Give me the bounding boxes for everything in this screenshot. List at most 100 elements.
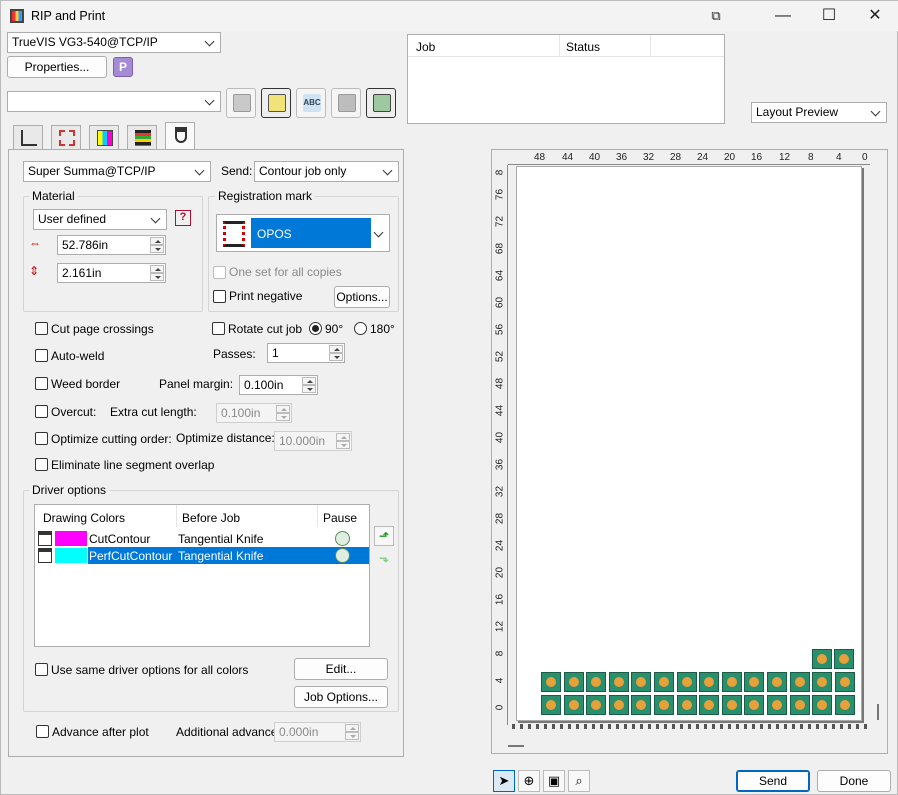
job-thumbnail[interactable] <box>631 672 652 692</box>
job-thumbnail[interactable] <box>812 672 833 692</box>
spin-up-arrow[interactable] <box>150 237 164 245</box>
advance-after-plot-checkbox[interactable] <box>36 725 49 738</box>
job-thumbnail[interactable] <box>563 695 584 715</box>
play-icon[interactable] <box>335 531 350 546</box>
plugin-p-icon[interactable]: P <box>113 57 133 77</box>
spin-down-arrow[interactable] <box>150 273 164 281</box>
rotate-180-radio[interactable] <box>354 322 367 335</box>
job-thumbnail[interactable] <box>699 695 720 715</box>
job-thumbnail[interactable] <box>676 695 697 715</box>
job-thumbnail[interactable] <box>834 672 855 692</box>
spin-up-arrow[interactable] <box>336 433 350 441</box>
spin-down-arrow[interactable] <box>302 385 316 393</box>
job-thumbnail[interactable] <box>654 672 674 692</box>
job-thumbnail[interactable] <box>812 649 832 669</box>
tab-color[interactable] <box>89 125 119 149</box>
job-options-button[interactable]: Job Options... <box>294 686 388 708</box>
layout-preview-combo[interactable]: Layout Preview <box>751 102 887 123</box>
job-thumbnail[interactable] <box>767 672 787 692</box>
job-thumbnail[interactable] <box>834 695 855 715</box>
job-thumbnail[interactable] <box>767 695 787 715</box>
job-thumbnail[interactable] <box>654 695 674 715</box>
spin-up-arrow[interactable] <box>150 265 164 273</box>
spin-down-arrow[interactable] <box>150 245 164 253</box>
passes-input[interactable]: 1 <box>267 343 345 363</box>
job-thumbnail[interactable] <box>744 672 765 692</box>
optimize-cutting-order-checkbox[interactable] <box>35 432 48 445</box>
spin-up-arrow[interactable] <box>329 345 343 353</box>
close-button[interactable]: ✕ <box>855 5 895 27</box>
panel-margin-input[interactable]: 0.100in <box>239 375 318 395</box>
status-column-header[interactable]: Status <box>566 40 600 54</box>
job-thumbnail[interactable] <box>631 695 652 715</box>
cutter-device-combo[interactable]: Super Summa@TCP/IP <box>23 161 211 182</box>
driver-row[interactable]: CutContour Tangential Knife <box>37 530 369 547</box>
move-up-arrow-icon[interactable]: ⬏ <box>374 526 394 546</box>
optimize-distance-input[interactable]: 10.000in <box>274 431 352 451</box>
extra-cut-length-input[interactable]: 0.100in <box>216 403 292 423</box>
spin-down-arrow[interactable] <box>345 732 359 740</box>
print-job-thumbnails[interactable] <box>517 167 863 722</box>
pointer-icon[interactable]: ➤ <box>493 770 515 792</box>
job-thumbnail[interactable] <box>834 649 854 669</box>
job-thumbnail[interactable] <box>721 695 742 715</box>
edit-button[interactable]: Edit... <box>294 658 388 680</box>
rename-preset-button[interactable]: ABC <box>296 88 326 118</box>
play-icon[interactable] <box>335 548 350 563</box>
save-preset-button[interactable] <box>226 88 256 118</box>
material-height-input[interactable]: 2.161in <box>57 263 166 283</box>
import-export-preset-button[interactable] <box>366 88 396 118</box>
cut-page-crossings-checkbox[interactable] <box>35 322 48 335</box>
job-thumbnail[interactable] <box>563 672 584 692</box>
weed-border-checkbox[interactable] <box>35 377 48 390</box>
eliminate-overlap-checkbox[interactable] <box>35 458 48 471</box>
zoom-search-icon[interactable]: ⌕ <box>568 770 590 792</box>
spin-up-arrow[interactable] <box>302 377 316 385</box>
help-icon[interactable]: ? <box>175 210 191 226</box>
job-thumbnail[interactable] <box>789 695 810 715</box>
additional-advance-input[interactable]: 0.000in <box>274 722 361 742</box>
tab-layout[interactable] <box>51 125 81 149</box>
job-thumbnail[interactable] <box>721 672 742 692</box>
move-down-arrow-icon[interactable]: ⬎ <box>374 549 394 569</box>
one-set-checkbox[interactable] <box>213 266 226 279</box>
printer-combo[interactable]: TrueVIS VG3-540@TCP/IP <box>7 32 221 53</box>
preset-combo[interactable] <box>7 91 221 112</box>
job-thumbnail[interactable] <box>608 672 629 692</box>
minimize-button[interactable]: — <box>763 5 803 27</box>
overcut-checkbox[interactable] <box>35 405 48 418</box>
before-job-header[interactable]: Before Job <box>182 511 240 525</box>
same-driver-options-checkbox[interactable] <box>35 663 48 676</box>
rotate-90-radio[interactable] <box>309 322 322 335</box>
registration-mark-combo[interactable]: OPOS <box>216 214 390 252</box>
job-thumbnail[interactable] <box>608 695 629 715</box>
registration-options-button[interactable]: Options... <box>334 286 390 308</box>
spin-down-arrow[interactable] <box>336 441 350 449</box>
delete-preset-button[interactable] <box>331 88 361 118</box>
job-thumbnail[interactable] <box>541 672 561 692</box>
send-mode-combo[interactable]: Contour job only <box>254 161 399 182</box>
driver-colors-list[interactable]: Drawing Colors Before Job Pause CutConto… <box>34 504 370 647</box>
zoom-in-icon[interactable]: ⊕ <box>518 770 540 792</box>
spin-down-arrow[interactable] <box>276 413 290 421</box>
save-as-preset-button[interactable] <box>261 88 291 118</box>
print-negative-checkbox[interactable] <box>213 290 226 303</box>
job-thumbnail[interactable] <box>699 672 720 692</box>
material-type-combo[interactable]: User defined <box>33 209 167 230</box>
send-button[interactable]: Send <box>736 770 810 792</box>
job-thumbnail[interactable] <box>586 672 607 692</box>
scroll-indicator[interactable] <box>877 704 879 720</box>
rotate-cut-job-checkbox[interactable] <box>212 322 225 335</box>
job-thumbnail[interactable] <box>744 695 765 715</box>
drawing-colors-header[interactable]: Drawing Colors <box>43 511 125 525</box>
properties-button[interactable]: Properties... <box>7 56 107 78</box>
tab-color-bars[interactable] <box>127 125 157 149</box>
restore-icon[interactable]: ⧉ <box>696 5 736 27</box>
job-thumbnail[interactable] <box>541 695 561 715</box>
pause-header[interactable]: Pause <box>323 511 357 525</box>
spin-up-arrow[interactable] <box>276 405 290 413</box>
zoom-fit-icon[interactable]: ▣ <box>543 770 565 792</box>
done-button[interactable]: Done <box>817 770 891 792</box>
auto-weld-checkbox[interactable] <box>35 349 48 362</box>
material-width-input[interactable]: 52.786in <box>57 235 166 255</box>
